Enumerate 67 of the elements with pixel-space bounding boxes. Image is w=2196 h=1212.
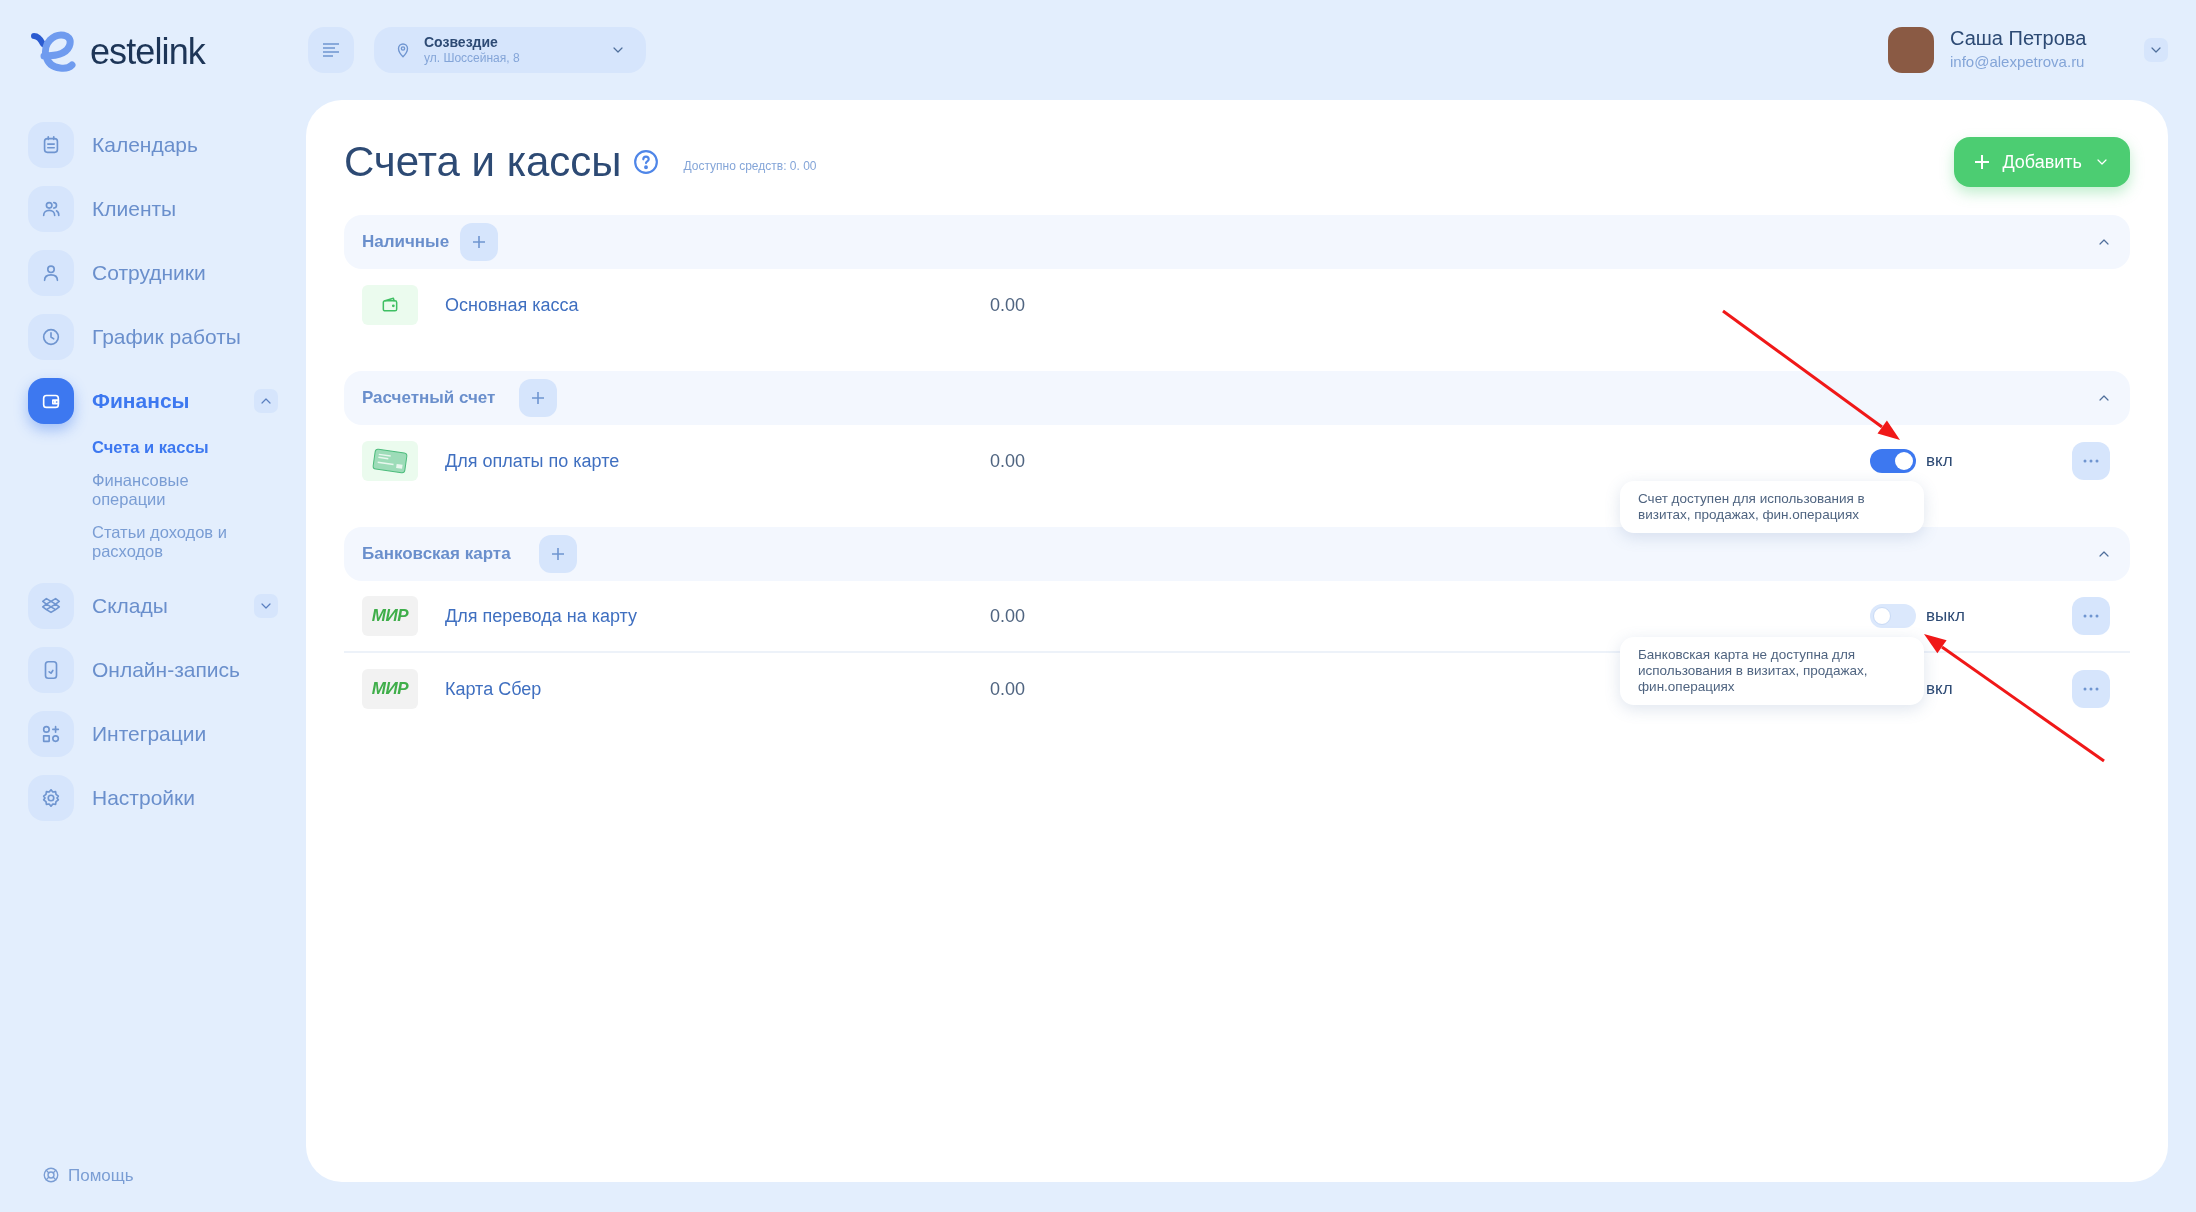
nav-item[interactable]: Финансы: [28, 378, 278, 424]
nav-item[interactable]: Сотрудники: [28, 250, 278, 296]
menu-icon: [322, 42, 340, 58]
expand-toggle[interactable]: [254, 389, 278, 413]
clock-icon: [40, 326, 62, 348]
submenu-item[interactable]: Статьи доходов и расходов: [92, 523, 248, 561]
submenu-item[interactable]: Счета и кассы: [92, 438, 248, 457]
nav-item[interactable]: Интеграции: [28, 711, 278, 757]
nav-item[interactable]: Склады: [28, 583, 278, 629]
account-name[interactable]: Основная касса: [445, 291, 990, 319]
group-title: Банковская карта: [362, 543, 512, 566]
user-email: info@alexpetrova.ru: [1950, 52, 2086, 73]
toggle-switch[interactable]: [1870, 604, 1916, 628]
status-label: вкл: [1926, 450, 1953, 473]
toggle-switch[interactable]: [1870, 449, 1916, 473]
plus-icon: [550, 547, 565, 561]
add-account-button[interactable]: [538, 535, 577, 573]
account-balance: 0.00: [990, 449, 1026, 473]
location-dropdown[interactable]: Созвездие ул. Шоссейная, 8: [374, 27, 646, 73]
add-account-button[interactable]: [519, 379, 558, 417]
page-title: Счета и кассы: [344, 141, 622, 183]
more-icon: [2083, 459, 2099, 463]
add-account-button[interactable]: [460, 223, 499, 261]
plus-icon: [472, 235, 487, 249]
nav-item[interactable]: Настройки: [28, 775, 278, 821]
plus-icon: [531, 391, 546, 405]
logo-text: estelink: [90, 30, 205, 74]
more-button[interactable]: [2072, 670, 2110, 708]
user-menu-button[interactable]: [2144, 38, 2168, 62]
more-icon: [2083, 614, 2099, 618]
add-button[interactable]: Добавить: [1954, 137, 2130, 187]
apps-icon: [40, 723, 62, 745]
account-name[interactable]: Для перевода на карту: [445, 602, 990, 630]
avatar: [1888, 27, 1934, 73]
group-title: Наличные: [362, 231, 451, 254]
plus-icon: [1974, 154, 1991, 170]
tooltip: Счет доступен для использования в визитах, продажах, фин.операциях: [1620, 481, 1924, 533]
more-icon: [2083, 687, 2099, 691]
nav-item[interactable]: График работы: [28, 314, 278, 360]
mir-logo: МИР: [362, 669, 418, 709]
menu-button[interactable]: [308, 27, 354, 73]
help-icon[interactable]: [633, 149, 660, 175]
account-name[interactable]: Карта Сбер: [445, 675, 990, 703]
mir-logo: МИР: [362, 596, 418, 636]
available-funds: Доступно средств: 0. 00: [683, 158, 817, 175]
expand-toggle[interactable]: [254, 594, 278, 618]
nav-item[interactable]: Онлайн-запись: [28, 647, 278, 693]
account-name[interactable]: Для оплаты по карте: [445, 447, 990, 475]
nav-item[interactable]: Клиенты: [28, 186, 278, 232]
tooltip: Банковская карта не доступна для использования в визитах, продажах, фин.операциях: [1620, 637, 1924, 705]
status-label: выкл: [1926, 605, 1965, 628]
account-balance: 0.00: [990, 604, 1026, 628]
user-name: Саша Петрова: [1950, 26, 2088, 52]
submenu-item[interactable]: Финансовые операции: [92, 471, 248, 509]
help-link[interactable]: Помощь: [42, 1162, 278, 1188]
nav-item[interactable]: Календарь: [28, 122, 278, 168]
lifebuoy-icon: [42, 1166, 60, 1185]
group-title: Расчетный счет: [362, 387, 497, 410]
logo-icon: [28, 30, 78, 74]
credit-card-icon: [362, 441, 418, 481]
more-button[interactable]: [2072, 442, 2110, 480]
account-balance: 0.00: [990, 293, 1026, 317]
wallet-icon: [362, 285, 418, 325]
more-button[interactable]: [2072, 597, 2110, 635]
status-label: вкл: [1926, 678, 1953, 701]
settings-icon: [40, 787, 62, 809]
account-balance: 0.00: [990, 677, 1026, 701]
